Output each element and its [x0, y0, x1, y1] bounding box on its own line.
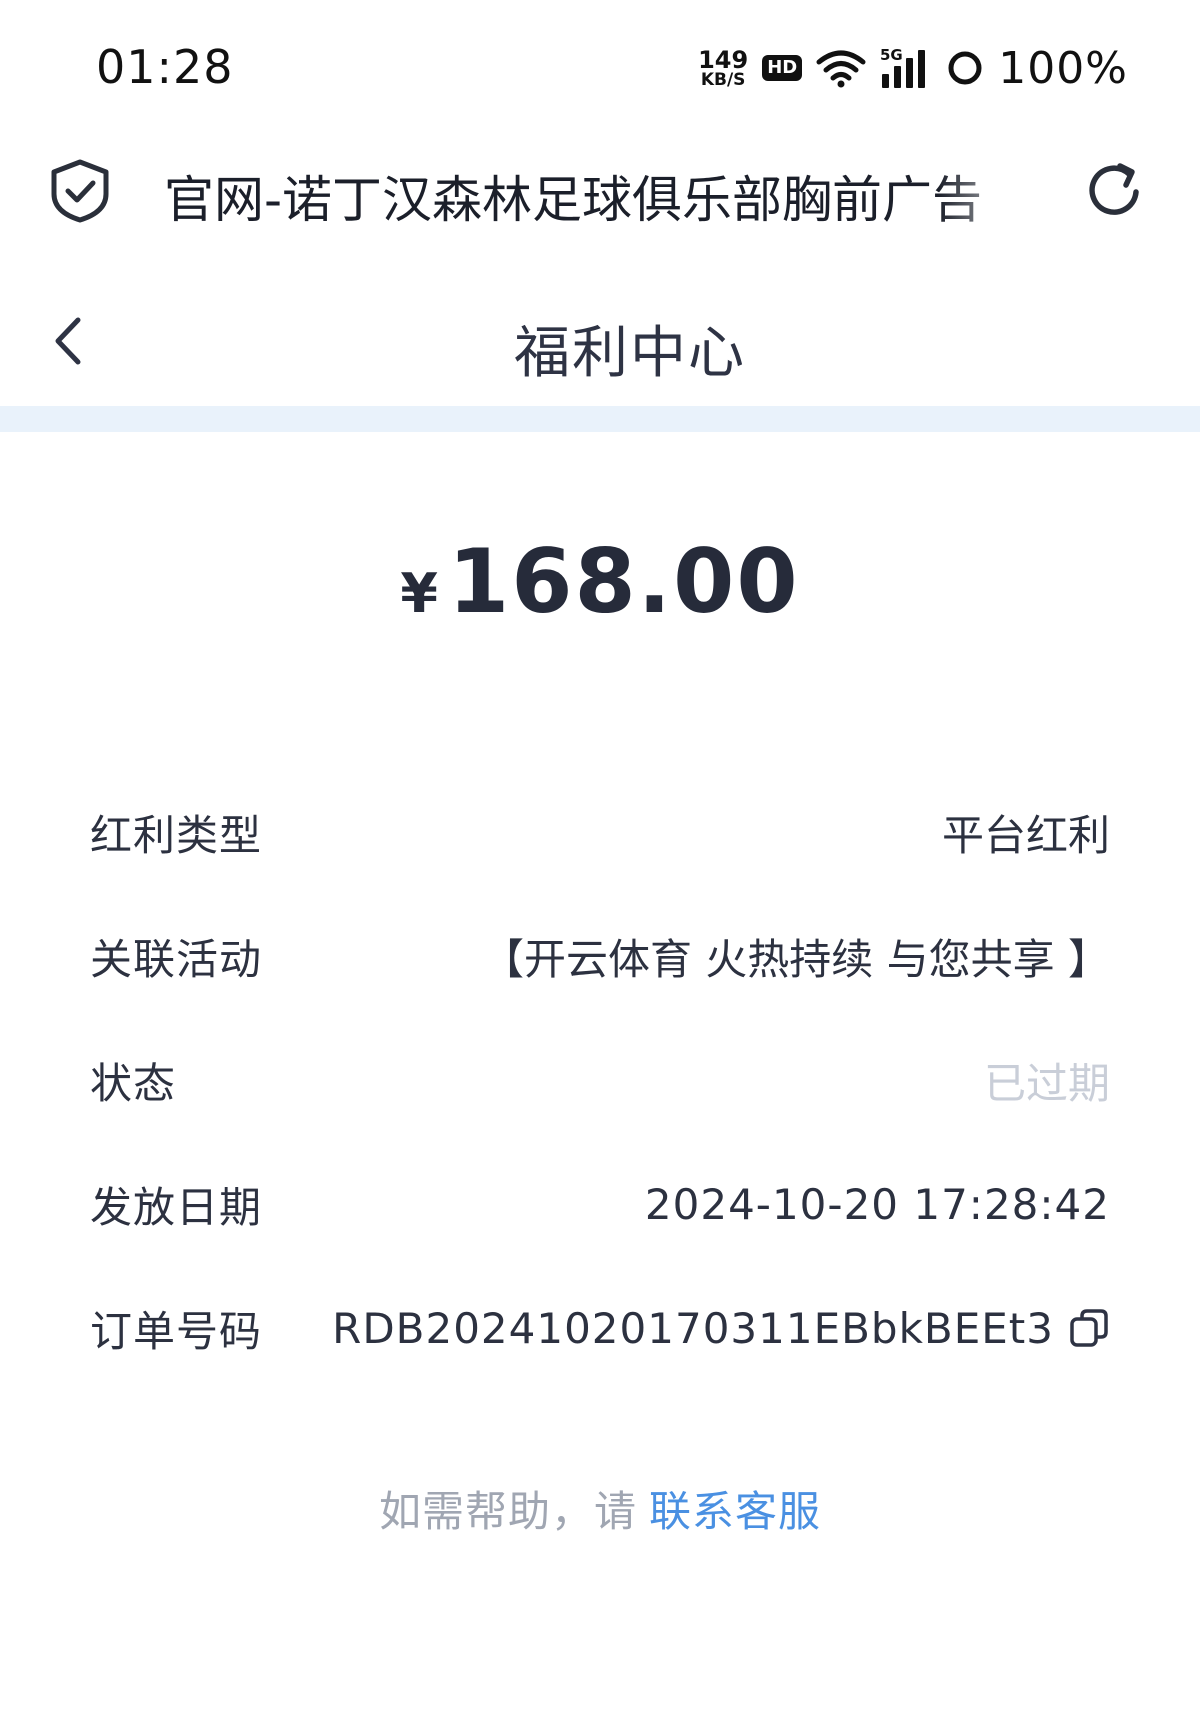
detail-label: 关联活动 [90, 934, 263, 984]
detail-label: 状态 [90, 1058, 177, 1108]
status-indicators: 149 KB/S HD 5G 100% [698, 42, 1128, 94]
hd-icon: HD [762, 55, 803, 81]
bonus-amount: ¥168.00 [0, 530, 1200, 633]
detail-row-status: 状态 已过期 [90, 1018, 1110, 1142]
status-time: 01:28 [96, 40, 234, 94]
browser-bar: 官网-诺丁汉森林足球俱乐部胸前广告 [0, 140, 1200, 260]
page-title: 福利中心 [514, 321, 746, 386]
bonus-details: 红利类型 平台红利 关联活动 【开云体育 火热持续 与您共享 】 状态 已过期 … [90, 770, 1110, 1390]
detail-row-activity: 关联活动 【开云体育 火热持续 与您共享 】 [90, 894, 1110, 1018]
network-speed-unit: KB/S [700, 69, 746, 90]
page-header: 福利中心 [0, 270, 1200, 410]
order-number-value: RDB20241020170311EBbkBEEt3 [332, 1304, 1110, 1353]
wifi-icon [816, 50, 866, 88]
signal-5g-label: 5G [880, 46, 903, 64]
detail-label: 订单号码 [90, 1306, 263, 1356]
detail-value: 【开云体育 火热持续 与您共享 】 [481, 934, 1110, 984]
signal-5g-icon: 5G [880, 46, 926, 88]
help-prefix: 如需帮助，请 [378, 1487, 637, 1536]
network-speed: 149 KB/S [698, 48, 748, 89]
header-divider-band [0, 406, 1200, 432]
currency-symbol: ¥ [400, 562, 438, 625]
detail-value: 平台红利 [941, 810, 1110, 860]
amount-value: 168.00 [447, 530, 800, 633]
browser-page-title: 官网-诺丁汉森林足球俱乐部胸前广告 [164, 171, 983, 229]
shield-check-icon[interactable] [48, 158, 112, 224]
detail-label: 发放日期 [90, 1182, 263, 1232]
status-value: 已过期 [983, 1058, 1110, 1108]
reload-icon[interactable] [1082, 158, 1148, 224]
detail-value: 2024-10-20 17:28:42 [644, 1179, 1110, 1229]
battery-icon [948, 51, 982, 85]
battery-percent: 100% [998, 42, 1128, 94]
network-speed-value: 149 [698, 45, 749, 74]
detail-row-issue-date: 发放日期 2024-10-20 17:28:42 [90, 1142, 1110, 1266]
status-bar: 01:28 149 KB/S HD 5G 100% [0, 0, 1200, 140]
detail-row-order-number: 订单号码 RDB20241020170311EBbkBEEt3 [90, 1266, 1110, 1390]
order-number-text: RDB20241020170311EBbkBEEt3 [332, 1303, 1054, 1353]
contact-support-link[interactable]: 联系客服 [649, 1487, 821, 1536]
help-text: 如需帮助，请 联系客服 [0, 1478, 1200, 1539]
copy-icon[interactable] [1068, 1307, 1110, 1349]
detail-label: 红利类型 [90, 810, 263, 860]
detail-row-bonus-type: 红利类型 平台红利 [90, 770, 1110, 894]
